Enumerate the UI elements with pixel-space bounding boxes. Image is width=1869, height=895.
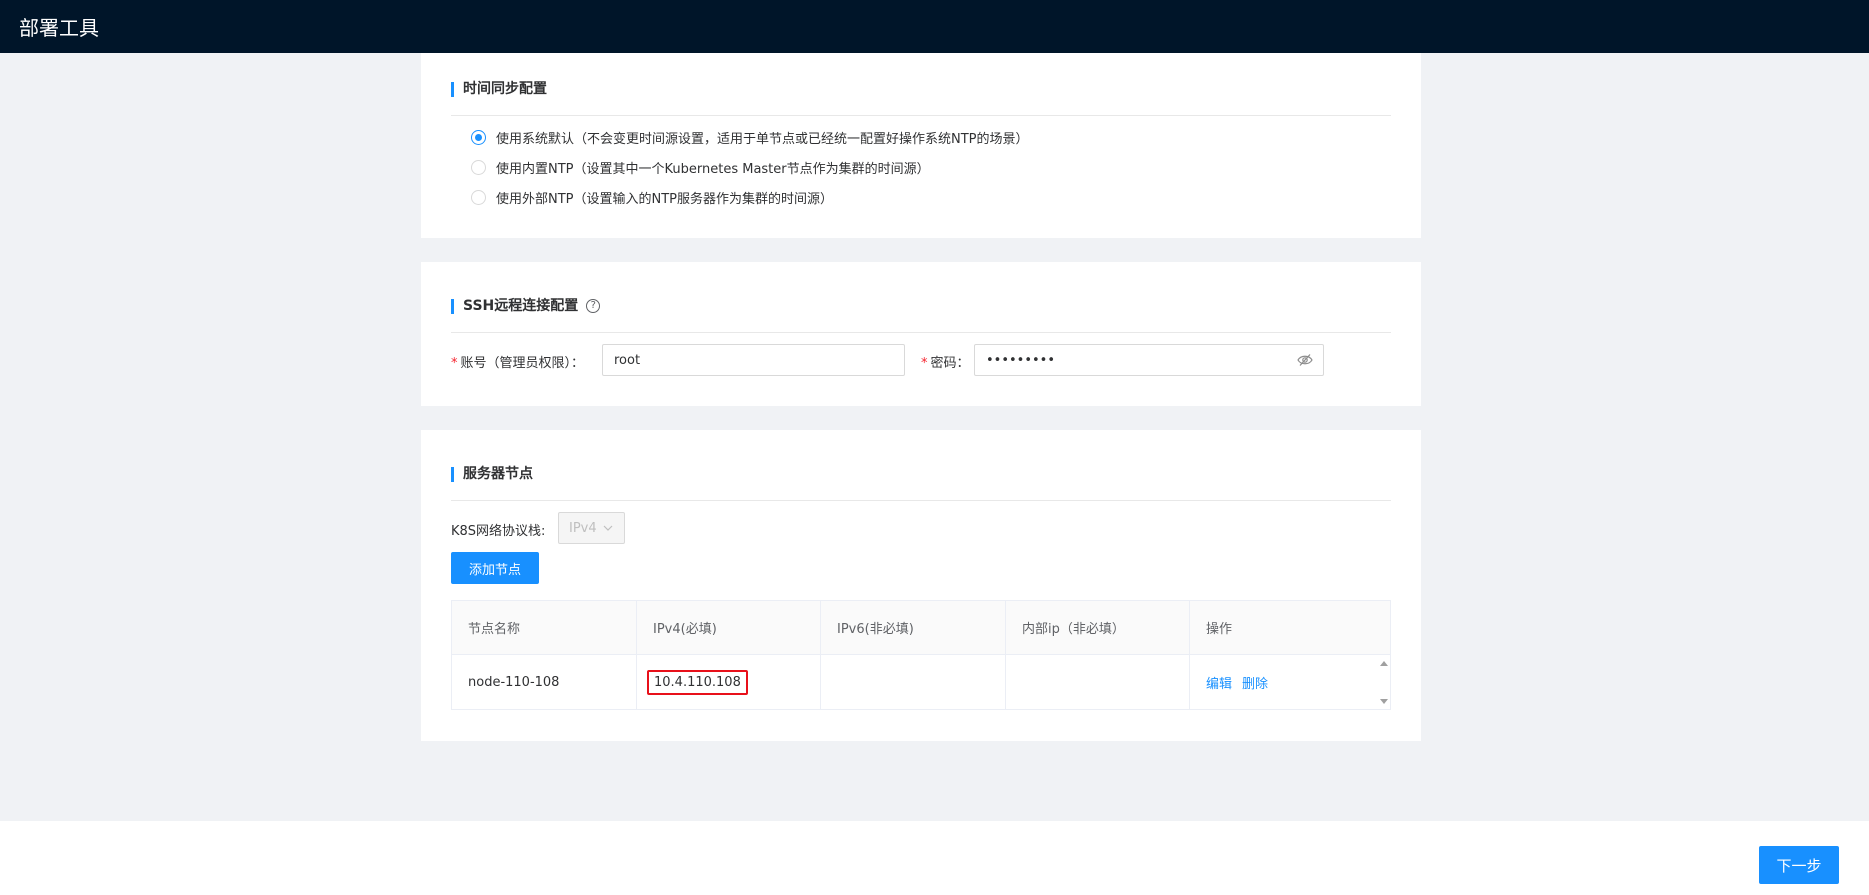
ssh-title-text: SSH远程连接配置 [463, 298, 579, 314]
time-sync-card: 时间同步配置 使用系统默认（不会变更时间源设置，适用于单节点或已经统一配置好操作… [421, 53, 1421, 238]
app-title: 部署工具 [19, 16, 99, 40]
ssh-title: SSH远程连接配置? [451, 298, 601, 314]
cell-ipv4: 10.4.110.108 [637, 655, 821, 710]
ssh-card: SSH远程连接配置? * 账号（管理员权限）： root * 密码： •••••••… [421, 262, 1421, 406]
radio-label: 使用内置NTP（设置其中一个Kubernetes Master节点作为集群的时间… [496, 161, 930, 177]
required-mark: * [451, 356, 458, 371]
account-input[interactable]: root [602, 344, 905, 376]
column-header-actions: 操作 [1206, 622, 1233, 637]
password-input[interactable]: ••••••••• [974, 344, 1324, 376]
table-row: node-110-108 10.4.110.108 编辑 删除 [452, 655, 1390, 710]
column-header-ipv4: IPv4(必填) [637, 601, 821, 654]
add-node-button[interactable]: 添加节点 [451, 552, 539, 584]
divider [451, 332, 1391, 333]
radio-button[interactable] [471, 159, 486, 175]
password-label-text: 密码： [930, 356, 970, 371]
radio-option-external-ntp[interactable]: 使用外部NTP（设置输入的NTP服务器作为集群的时间源） [471, 187, 833, 207]
protocol-value: IPv4 [569, 520, 597, 536]
cell-ipv6 [821, 655, 1006, 710]
scroll-up-arrow-icon[interactable] [1380, 661, 1388, 666]
cell-node-name: node-110-108 [452, 655, 637, 710]
radio-label: 使用外部NTP（设置输入的NTP服务器作为集群的时间源） [496, 191, 834, 207]
protocol-label: K8S网络协议栈: [451, 524, 546, 539]
column-header-internal-ip: 内部ip（非必填） [1006, 601, 1190, 654]
radio-option-system-default[interactable]: 使用系统默认（不会变更时间源设置，适用于单节点或已经统一配置好操作系统NTP的场… [471, 127, 1029, 147]
radio-button-checked[interactable] [471, 129, 486, 145]
top-bar: 部署工具 [0, 0, 1869, 53]
chevron-down-icon [603, 525, 613, 531]
footer-bar: 下一步 [0, 821, 1869, 895]
edit-link[interactable]: 编辑 [1206, 673, 1232, 692]
account-value: root [614, 352, 641, 368]
password-value: ••••••••• [986, 352, 1056, 368]
ipv4-highlight: 10.4.110.108 [647, 670, 748, 695]
required-mark: * [921, 356, 928, 371]
protocol-select[interactable]: IPv4 [558, 512, 625, 544]
divider [451, 115, 1391, 116]
next-step-button[interactable]: 下一步 [1759, 846, 1839, 884]
account-label-text: 账号（管理员权限）： [460, 356, 585, 371]
eye-off-icon[interactable] [1297, 353, 1313, 367]
help-icon[interactable]: ? [586, 299, 601, 313]
divider [451, 500, 1391, 501]
column-header-node-name: 节点名称 [452, 601, 637, 654]
account-label: * 账号（管理员权限）： [451, 352, 584, 371]
table-header: 节点名称 IPv4(必填) IPv6(非必填) 内部ip（非必填） 操作 [452, 601, 1390, 655]
table-scrollbar[interactable] [1378, 655, 1390, 710]
time-sync-title: 时间同步配置 [451, 82, 547, 97]
column-header-ipv6: IPv6(非必填) [821, 601, 1006, 654]
nodes-title: 服务器节点 [451, 467, 533, 482]
cell-actions: 编辑 删除 [1190, 655, 1390, 710]
nodes-table: 节点名称 IPv4(必填) IPv6(非必填) 内部ip（非必填） 操作 nod… [451, 600, 1391, 710]
radio-label: 使用系统默认（不会变更时间源设置，适用于单节点或已经统一配置好操作系统NTP的场… [496, 131, 1029, 147]
delete-link[interactable]: 删除 [1242, 673, 1268, 692]
scroll-down-arrow-icon[interactable] [1380, 699, 1388, 704]
cell-internal-ip [1006, 655, 1190, 710]
radio-option-internal-ntp[interactable]: 使用内置NTP（设置其中一个Kubernetes Master节点作为集群的时间… [471, 157, 930, 177]
password-label: * 密码： [921, 352, 970, 371]
radio-button[interactable] [471, 189, 486, 205]
nodes-card: 服务器节点 K8S网络协议栈: IPv4 添加节点 节点名称 IPv4(必填) … [421, 430, 1421, 741]
